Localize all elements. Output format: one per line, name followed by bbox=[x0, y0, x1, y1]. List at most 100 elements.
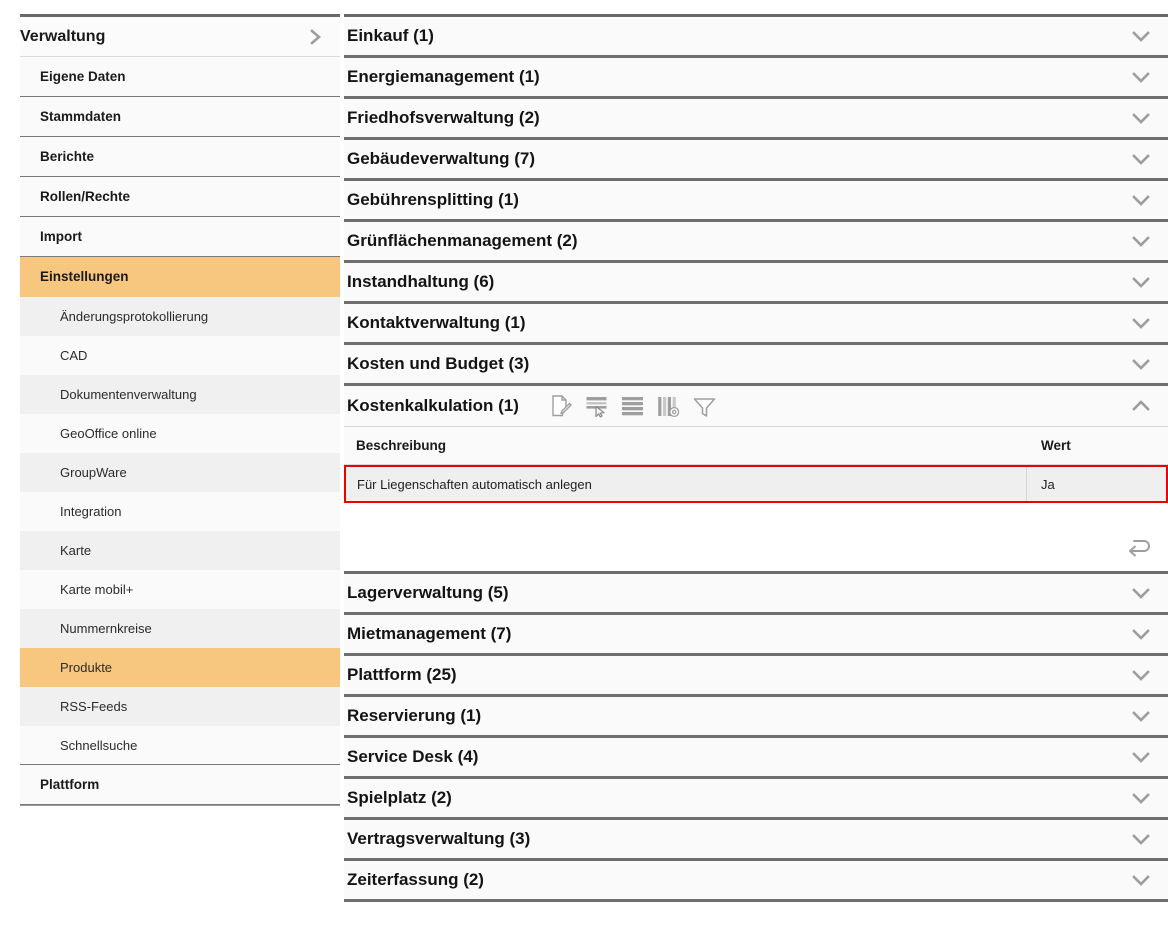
edit-document-icon[interactable] bbox=[547, 393, 574, 420]
chevron-down-icon[interactable] bbox=[1130, 869, 1152, 891]
accordion-section-gruenflaechenmanagement[interactable]: Grünflächenmanagement (2) bbox=[344, 222, 1168, 263]
accordion-section-title: Service Desk (4) bbox=[347, 747, 479, 766]
sidebar-item-label: Dokumentenverwaltung bbox=[60, 387, 197, 402]
chevron-up-icon[interactable] bbox=[1130, 395, 1152, 417]
accordion-section-service-desk[interactable]: Service Desk (4) bbox=[344, 738, 1168, 779]
accordion-section-spielplatz[interactable]: Spielplatz (2) bbox=[344, 779, 1168, 820]
accordion-section-title: Spielplatz (2) bbox=[347, 788, 452, 807]
accordion-section-title: Kosten und Budget (3) bbox=[347, 354, 530, 373]
sidebar-item-label: Schnellsuche bbox=[60, 737, 138, 753]
sidebar-item-label: Einstellungen bbox=[40, 269, 129, 284]
sidebar-item-cad[interactable]: CAD bbox=[20, 336, 340, 375]
chevron-down-icon[interactable] bbox=[1130, 705, 1152, 727]
sidebar-item-label: Import bbox=[40, 229, 82, 244]
chevron-down-icon[interactable] bbox=[1130, 189, 1152, 211]
column-header-beschreibung[interactable]: Beschreibung bbox=[344, 438, 1027, 453]
table-row[interactable]: Für Liegenschaften automatisch anlegen J… bbox=[344, 465, 1168, 503]
sidebar-item-label: Stammdaten bbox=[40, 109, 122, 124]
chevron-down-icon[interactable] bbox=[1130, 353, 1152, 375]
accordion-section-mietmanagement[interactable]: Mietmanagement (7) bbox=[344, 615, 1168, 656]
filter-funnel-icon[interactable] bbox=[691, 393, 718, 420]
cell-wert: Ja bbox=[1041, 476, 1055, 492]
accordion-section-title: Einkauf (1) bbox=[347, 26, 434, 45]
sidebar-item-rollen-rechte[interactable]: Rollen/Rechte bbox=[20, 177, 340, 217]
kostenkalkulation-body: Beschreibung Wert Für Liegenschaften aut… bbox=[344, 427, 1168, 574]
accordion-section-title: Gebührensplitting (1) bbox=[347, 190, 519, 209]
column-settings-icon[interactable] bbox=[655, 393, 682, 420]
accordion-section-zeiterfassung[interactable]: Zeiterfassung (2) bbox=[344, 861, 1168, 902]
sidebar-item-geooffice-online[interactable]: GeoOffice online bbox=[20, 414, 340, 453]
sidebar-item-einstellungen[interactable]: Einstellungen bbox=[20, 257, 340, 297]
chevron-down-icon[interactable] bbox=[1130, 271, 1152, 293]
accordion-section-title: Plattform (25) bbox=[347, 665, 457, 684]
sidebar-item-karte[interactable]: Karte bbox=[20, 531, 340, 570]
app-root: Verwaltung Eigene Daten Stammdaten Beric… bbox=[0, 0, 1168, 930]
chevron-right-icon[interactable] bbox=[306, 28, 324, 46]
accordion-section-lagerverwaltung[interactable]: Lagerverwaltung (5) bbox=[344, 574, 1168, 615]
accordion-section-gebuehrensplitting[interactable]: Gebührensplitting (1) bbox=[344, 181, 1168, 222]
sidebar-item-label: Plattform bbox=[40, 777, 100, 792]
select-row-icon[interactable] bbox=[583, 393, 610, 420]
accordion-section-title: Mietmanagement (7) bbox=[347, 624, 512, 643]
sidebar-item-schnellsuche[interactable]: Schnellsuche bbox=[20, 726, 340, 765]
sidebar-item-label: Karte bbox=[60, 543, 92, 558]
accordion-section-einkauf[interactable]: Einkauf (1) bbox=[344, 17, 1168, 58]
accordion-section-title: Kostenkalkulation (1) bbox=[347, 396, 519, 415]
chevron-down-icon[interactable] bbox=[1130, 664, 1152, 686]
sidebar-item-label: RSS-Feeds bbox=[60, 699, 128, 714]
table-empty-area bbox=[344, 503, 1168, 571]
sidebar-item-produkte[interactable]: Produkte bbox=[20, 648, 340, 687]
sidebar-item-label: Karte mobil+ bbox=[60, 582, 134, 597]
chevron-down-icon[interactable] bbox=[1130, 107, 1152, 129]
sidebar-item-label: Rollen/Rechte bbox=[40, 189, 131, 204]
sidebar-item-dokumentenverwaltung[interactable]: Dokumentenverwaltung bbox=[20, 375, 340, 414]
chevron-down-icon[interactable] bbox=[1130, 230, 1152, 252]
sidebar-item-groupware[interactable]: GroupWare bbox=[20, 453, 340, 492]
list-rows-icon[interactable] bbox=[619, 393, 646, 420]
accordion-panel: Einkauf (1) Energiemanagement (1) Friedh… bbox=[344, 14, 1168, 902]
accordion-section-gebaeudeverwaltung[interactable]: Gebäudeverwaltung (7) bbox=[344, 140, 1168, 181]
accordion-section-kosten-und-budget[interactable]: Kosten und Budget (3) bbox=[344, 345, 1168, 386]
sidebar-item-eigene-daten[interactable]: Eigene Daten bbox=[20, 57, 340, 97]
accordion-section-plattform[interactable]: Plattform (25) bbox=[344, 656, 1168, 697]
accordion-section-friedhofsverwaltung[interactable]: Friedhofsverwaltung (2) bbox=[344, 99, 1168, 140]
accordion-section-title: Grünflächenmanagement (2) bbox=[347, 231, 578, 250]
sidebar-header-verwaltung[interactable]: Verwaltung bbox=[20, 17, 340, 57]
sidebar-item-nummernkreise[interactable]: Nummernkreise bbox=[20, 609, 340, 648]
sidebar-item-plattform[interactable]: Plattform bbox=[20, 765, 340, 805]
accordion-section-kostenkalkulation[interactable]: Kostenkalkulation (1) bbox=[344, 386, 1168, 427]
chevron-down-icon[interactable] bbox=[1130, 787, 1152, 809]
sidebar-item-label: Nummernkreise bbox=[60, 621, 152, 636]
sidebar: Verwaltung Eigene Daten Stammdaten Beric… bbox=[20, 14, 340, 806]
sidebar-item-aenderungsprotokollierung[interactable]: Änderungsprotokollierung bbox=[20, 297, 340, 336]
sidebar-item-import[interactable]: Import bbox=[20, 217, 340, 257]
sidebar-item-karte-mobil-plus[interactable]: Karte mobil+ bbox=[20, 570, 340, 609]
chevron-down-icon[interactable] bbox=[1130, 148, 1152, 170]
accordion-section-vertragsverwaltung[interactable]: Vertragsverwaltung (3) bbox=[344, 820, 1168, 861]
chevron-down-icon[interactable] bbox=[1130, 828, 1152, 850]
sidebar-item-integration[interactable]: Integration bbox=[20, 492, 340, 531]
chevron-down-icon[interactable] bbox=[1130, 312, 1152, 334]
accordion-section-kontaktverwaltung[interactable]: Kontaktverwaltung (1) bbox=[344, 304, 1168, 345]
cell-beschreibung: Für Liegenschaften automatisch anlegen bbox=[346, 467, 1027, 501]
sidebar-item-label: Produkte bbox=[60, 660, 113, 675]
chevron-down-icon[interactable] bbox=[1130, 746, 1152, 768]
chevron-down-icon[interactable] bbox=[1130, 623, 1152, 645]
chevron-down-icon[interactable] bbox=[1130, 66, 1152, 88]
accordion-section-title: Friedhofsverwaltung (2) bbox=[347, 108, 540, 127]
accordion-section-instandhaltung[interactable]: Instandhaltung (6) bbox=[344, 263, 1168, 304]
column-header-wert[interactable]: Wert bbox=[1027, 438, 1168, 453]
sidebar-item-rss-feeds[interactable]: RSS-Feeds bbox=[20, 687, 340, 726]
accordion-section-reservierung[interactable]: Reservierung (1) bbox=[344, 697, 1168, 738]
return-arrow-icon[interactable] bbox=[1126, 535, 1154, 559]
section-toolbar bbox=[547, 393, 718, 420]
chevron-down-icon[interactable] bbox=[1130, 582, 1152, 604]
sidebar-item-stammdaten[interactable]: Stammdaten bbox=[20, 97, 340, 137]
sidebar-item-berichte[interactable]: Berichte bbox=[20, 137, 340, 177]
chevron-down-icon[interactable] bbox=[1130, 25, 1152, 47]
accordion-section-energiemanagement[interactable]: Energiemanagement (1) bbox=[344, 58, 1168, 99]
sidebar-bottom-divider bbox=[20, 805, 340, 806]
accordion-section-title: Zeiterfassung (2) bbox=[347, 870, 484, 889]
accordion-section-title: Instandhaltung (6) bbox=[347, 272, 495, 291]
sidebar-item-label: Eigene Daten bbox=[40, 69, 126, 84]
